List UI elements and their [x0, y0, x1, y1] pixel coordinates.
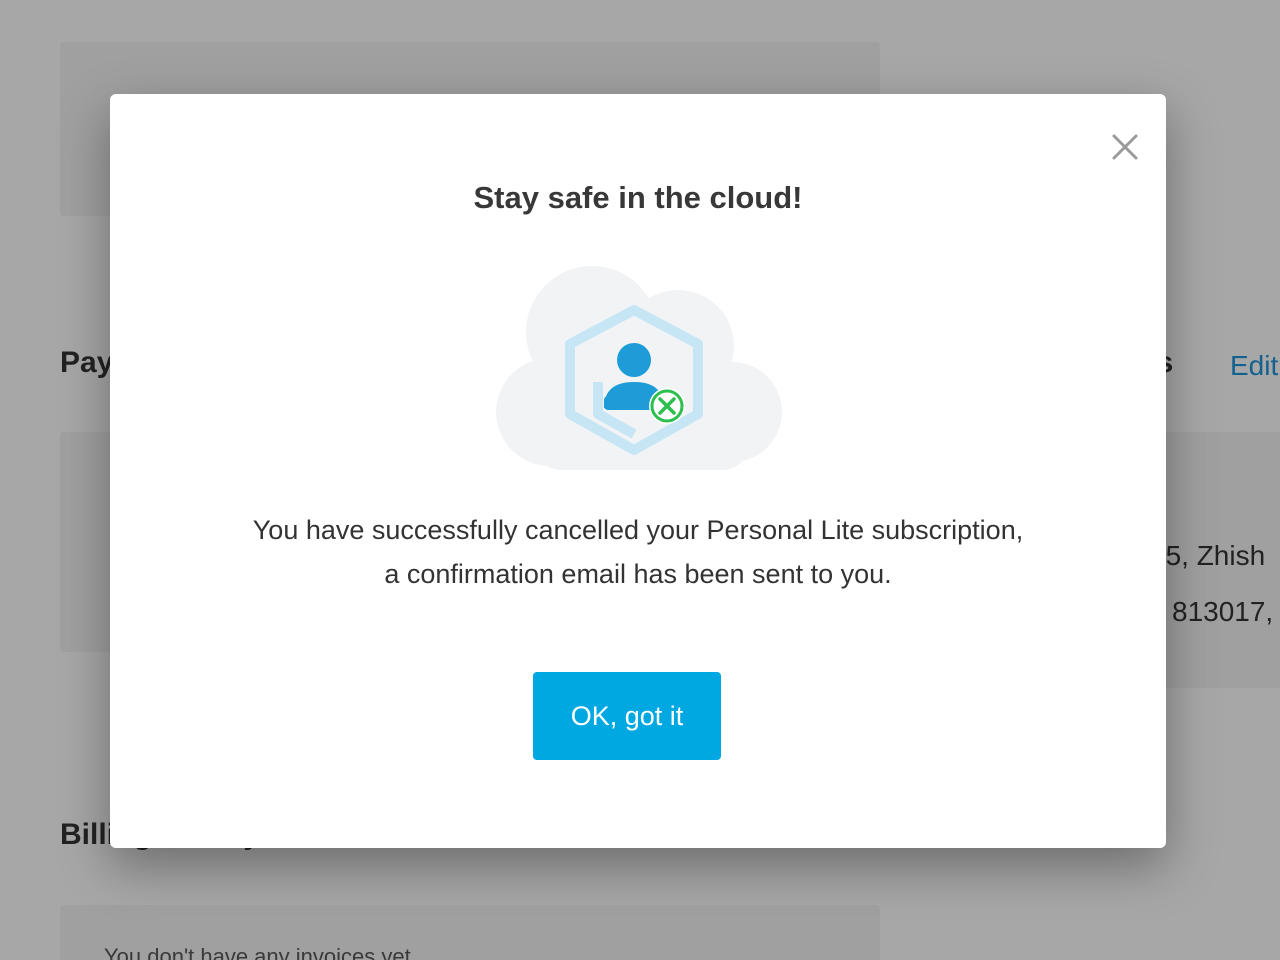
close-button[interactable]	[1108, 130, 1142, 164]
cloud-user-cancel-icon	[494, 264, 784, 476]
message-line: a confirmation email has been sent to yo…	[384, 559, 892, 589]
close-icon	[1112, 134, 1138, 160]
modal-message: You have successfully cancelled your Per…	[170, 508, 1106, 596]
ok-got-it-button[interactable]: OK, got it	[533, 672, 721, 760]
modal-title: Stay safe in the cloud!	[473, 180, 803, 215]
message-line: You have successfully cancelled your Per…	[252, 515, 1024, 545]
cancellation-modal: Stay safe in the cloud! You have success…	[110, 94, 1166, 848]
